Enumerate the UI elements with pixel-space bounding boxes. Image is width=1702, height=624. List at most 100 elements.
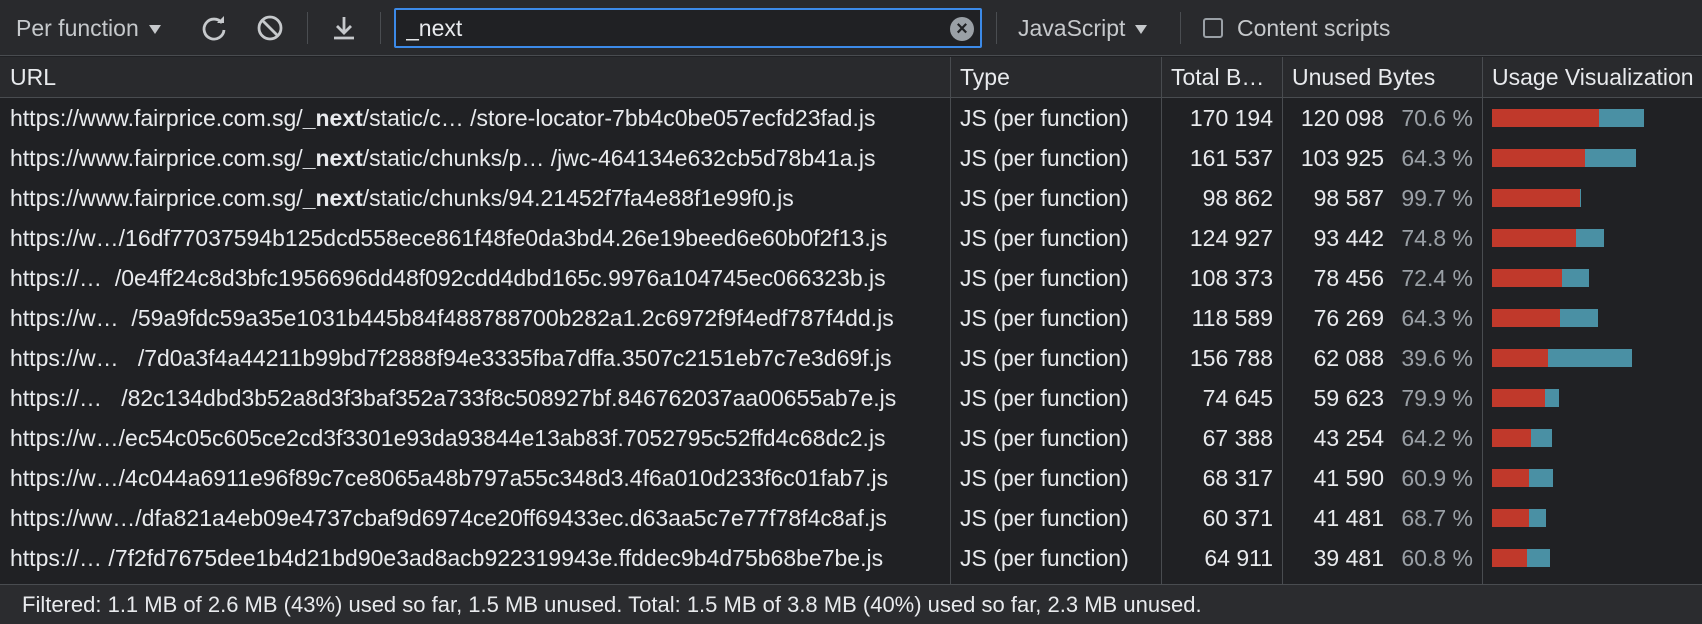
column-header-total-bytes[interactable]: Total B… — [1162, 57, 1282, 97]
unused-bytes-value: 43 254 — [1313, 424, 1384, 451]
coverage-mode-dropdown[interactable]: Per function — [16, 0, 161, 56]
table-row[interactable]: https://w… /59a9fdc59a35e1031b445b84f488… — [0, 298, 1702, 338]
unused-bytes-value: 98 587 — [1313, 184, 1384, 211]
coverage-mode-label: Per function — [16, 14, 139, 41]
usage-bar-unused — [1492, 189, 1580, 207]
url-prefix: https://www.fairprice.com.sg/ — [10, 184, 303, 211]
toolbar-divider — [996, 12, 997, 44]
usage-bar-used — [1575, 229, 1604, 247]
url-cell: https://… /82c134dbd3b52a8d3f3baf352a733… — [0, 378, 950, 418]
usage-bar-used — [1584, 149, 1637, 167]
unused-bytes-cell: 41 590 60.9 % — [1283, 458, 1482, 498]
usage-bar — [1492, 349, 1633, 367]
url-text: https://www.fairprice.com.sg/_next/stati… — [10, 185, 794, 212]
table-row[interactable]: https://www.fairprice.com.sg/_next/stati… — [0, 98, 1702, 138]
column-divider — [950, 57, 951, 584]
usage-visualization-cell — [1483, 538, 1702, 578]
usage-bar-unused — [1492, 389, 1546, 407]
toolbar-divider — [307, 12, 308, 44]
unused-bytes-cell: 76 269 64.3 % — [1283, 298, 1482, 338]
chevron-down-icon — [148, 24, 161, 34]
reload-button[interactable] — [200, 0, 228, 56]
unused-percent: 64.2 % — [1401, 424, 1473, 451]
unused-percent: 60.9 % — [1401, 464, 1473, 491]
usage-bar-unused — [1492, 269, 1563, 287]
table-row[interactable]: https://w…/4c044a6911e96f89c7ce8065a48b7… — [0, 458, 1702, 498]
table-row[interactable]: https://w…/16df77037594b125dcd558ece861f… — [0, 218, 1702, 258]
unused-percent: 64.3 % — [1401, 144, 1473, 171]
usage-visualization-cell — [1483, 258, 1702, 298]
content-scripts-toggle[interactable]: Content scripts — [1203, 0, 1390, 56]
export-button[interactable] — [330, 0, 358, 56]
total-bytes-cell: 156 788 — [1189, 344, 1273, 371]
url-text: https://w…/16df77037594b125dcd558ece861f… — [10, 225, 887, 252]
table-row[interactable]: https://w… /7d0a3f4a44211b99bd7f2888f94e… — [0, 338, 1702, 378]
unused-percent: 60.8 % — [1401, 544, 1473, 571]
url-filter-input[interactable] — [406, 12, 926, 44]
unused-bytes-value: 41 481 — [1313, 504, 1384, 531]
url-prefix: https://… /7f2fd7675dee1b4d21bd90e3ad8ac… — [10, 544, 884, 571]
url-cell: https://www.fairprice.com.sg/_next/stati… — [0, 178, 950, 218]
clear-filter-button[interactable]: × — [950, 17, 974, 41]
usage-bar — [1492, 269, 1589, 287]
url-cell: https://www.fairprice.com.sg/_next/stati… — [0, 98, 950, 138]
table-row[interactable]: https://… /7f2fd7675dee1b4d21bd90e3ad8ac… — [0, 538, 1702, 578]
unused-bytes-cell: 59 623 79.9 % — [1283, 378, 1482, 418]
url-cell: https://w…/16df77037594b125dcd558ece861f… — [0, 218, 950, 258]
url-text: https://www.fairprice.com.sg/_next/stati… — [10, 145, 876, 172]
total-bytes-cell: 74 645 — [1202, 384, 1273, 411]
usage-bar — [1492, 549, 1550, 567]
table-row[interactable]: https://www.fairprice.com.sg/_next/stati… — [0, 138, 1702, 178]
column-header-usage-visualization[interactable]: Usage Visualization — [1483, 57, 1702, 97]
clear-coverage-button[interactable] — [256, 0, 284, 56]
type-filter-dropdown[interactable]: JavaScript — [1018, 0, 1148, 56]
type-cell: JS (per function) — [960, 264, 1129, 291]
unused-bytes-value: 59 623 — [1313, 384, 1384, 411]
type-cell: JS (per function) — [960, 424, 1129, 451]
table-row[interactable]: https://ww…/dfa821a4eb09e4737cbaf9d6974c… — [0, 498, 1702, 538]
url-cell: https://ww…/dfa821a4eb09e4737cbaf9d6974c… — [0, 498, 950, 538]
table-row[interactable]: https://w…/ec54c05c605ce2cd3f3301e93da93… — [0, 418, 1702, 458]
table-row[interactable]: https://www.fairprice.com.sg/_next/stati… — [0, 178, 1702, 218]
toolbar-divider — [1180, 12, 1181, 44]
unused-bytes-value: 62 088 — [1313, 344, 1384, 371]
unused-bytes-cell: 39 481 60.8 % — [1283, 538, 1482, 578]
table-row[interactable]: https://… /0e4ff24c8d3bfc1956696dd48f092… — [0, 258, 1702, 298]
unused-bytes-cell: 120 098 70.6 % — [1283, 98, 1482, 138]
url-prefix: https://w… /59a9fdc59a35e1031b445b84f488… — [10, 304, 894, 331]
usage-bar-unused — [1492, 469, 1530, 487]
unused-bytes-value: 76 269 — [1313, 304, 1384, 331]
url-prefix: https://ww…/dfa821a4eb09e4737cbaf9d6974c… — [10, 504, 887, 531]
url-text: https://w…/ec54c05c605ce2cd3f3301e93da93… — [10, 425, 886, 452]
type-cell: JS (per function) — [960, 224, 1129, 251]
total-bytes-cell: 98 862 — [1202, 184, 1273, 211]
column-header-unused-bytes[interactable]: Unused Bytes — [1283, 57, 1482, 97]
url-text: https://w… /7d0a3f4a44211b99bd7f2888f94e… — [10, 345, 892, 372]
usage-bar-used — [1529, 469, 1553, 487]
table-row[interactable]: https://… /82c134dbd3b52a8d3f3baf352a733… — [0, 378, 1702, 418]
chevron-down-icon — [1135, 24, 1148, 34]
content-scripts-checkbox[interactable] — [1203, 18, 1223, 38]
type-cell: JS (per function) — [960, 104, 1129, 131]
type-cell: JS (per function) — [960, 464, 1129, 491]
url-cell: https://w… /59a9fdc59a35e1031b445b84f488… — [0, 298, 950, 338]
type-cell: JS (per function) — [960, 304, 1129, 331]
unused-percent: 64.3 % — [1401, 304, 1473, 331]
table-header: URL Type Total B… Unused Bytes Usage Vis… — [0, 57, 1702, 98]
type-cell: JS (per function) — [960, 344, 1129, 371]
usage-bar-used — [1527, 549, 1550, 567]
usage-bar — [1492, 509, 1546, 527]
usage-bar-unused — [1492, 549, 1528, 567]
url-prefix: https://w…/ec54c05c605ce2cd3f3301e93da93… — [10, 424, 886, 451]
unused-percent: 39.6 % — [1401, 344, 1473, 371]
unused-bytes-value: 39 481 — [1313, 544, 1384, 571]
column-header-type[interactable]: Type — [951, 57, 1161, 97]
column-header-url[interactable]: URL — [0, 57, 950, 97]
url-cell: https://… /0e4ff24c8d3bfc1956696dd48f092… — [0, 258, 950, 298]
usage-bar — [1492, 429, 1553, 447]
total-bytes-cell: 124 927 — [1189, 224, 1273, 251]
usage-bar-used — [1562, 269, 1589, 287]
unused-bytes-cell: 43 254 64.2 % — [1283, 418, 1482, 458]
column-divider — [1282, 57, 1283, 584]
download-icon — [334, 17, 354, 40]
